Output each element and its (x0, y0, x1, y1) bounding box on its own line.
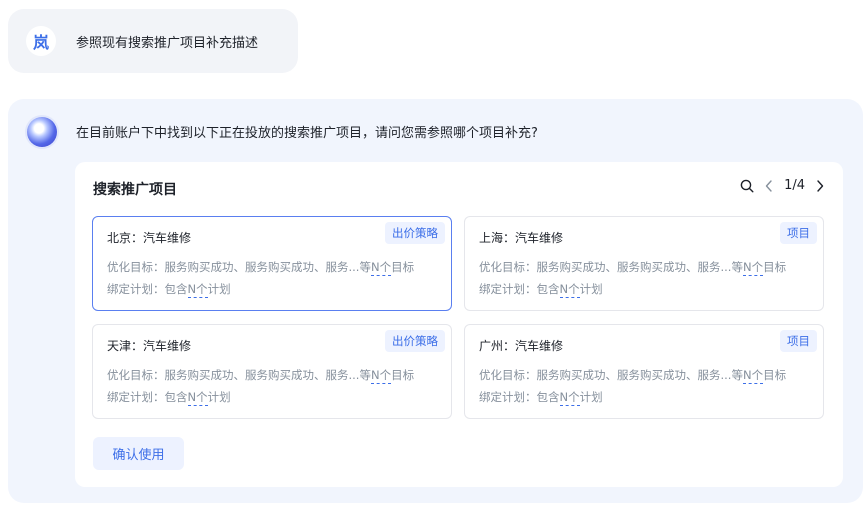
project-card-shanghai[interactable]: 上海：汽车维修 项目 优化目标：服务购买成功、服务购买成功、服务...等N个目标… (464, 216, 824, 311)
card-title: 搜索推广项目 (93, 182, 177, 198)
user-message-bubble: 岚 参照现有搜索推广项目补充描述 (8, 9, 298, 73)
project-plan: 绑定计划：包含N个计划 (107, 282, 231, 298)
project-card-beijing[interactable]: 北京：汽车维修 出价策略 优化目标：服务购买成功、服务购买成功、服务...等N个… (92, 216, 452, 311)
user-message-text: 参照现有搜索推广项目补充描述 (76, 35, 259, 51)
project-tag: 项目 (780, 330, 817, 352)
assistant-avatar-icon (27, 117, 57, 147)
project-tag: 出价策略 (385, 330, 445, 352)
project-name: 上海：汽车维修 (479, 231, 564, 245)
project-name: 北京：汽车维修 (107, 231, 192, 245)
chevron-right-icon[interactable] (815, 179, 825, 193)
goal-count-link[interactable]: N个 (370, 368, 392, 384)
project-goal: 优化目标：服务购买成功、服务购买成功、服务...等N个目标 (479, 260, 787, 276)
project-goal: 优化目标：服务购买成功、服务购买成功、服务...等N个目标 (107, 260, 415, 276)
project-plan: 绑定计划：包含N个计划 (107, 390, 231, 406)
project-card-guangzhou[interactable]: 广州：汽车维修 项目 优化目标：服务购买成功、服务购买成功、服务...等N个目标… (464, 324, 824, 419)
goal-count-link[interactable]: N个 (742, 368, 764, 384)
project-tag: 出价策略 (385, 222, 445, 244)
project-plan: 绑定计划：包含N个计划 (479, 282, 603, 298)
project-goal: 优化目标：服务购买成功、服务购买成功、服务...等N个目标 (479, 368, 787, 384)
confirm-use-button[interactable]: 确认使用 (93, 437, 184, 470)
pagination-indicator: 1/4 (784, 178, 805, 193)
project-selection-card: 搜索推广项目 1/4 北京：汽车维修 出价策略 优化目标：服务购买成功、服务购买… (75, 162, 843, 487)
plan-count-link[interactable]: N个 (559, 282, 580, 298)
goal-count-link[interactable]: N个 (370, 260, 392, 276)
chevron-left-icon[interactable] (764, 179, 774, 193)
user-avatar: 岚 (26, 26, 56, 56)
project-card-tianjin[interactable]: 天津：汽车维修 出价策略 优化目标：服务购买成功、服务购买成功、服务...等N个… (92, 324, 452, 419)
project-name: 天津：汽车维修 (107, 339, 192, 353)
goal-count-link[interactable]: N个 (742, 260, 764, 276)
project-tag: 项目 (780, 222, 817, 244)
assistant-message-panel: 在目前账户下中找到以下正在投放的搜索推广项目，请问您需参照哪个项目补充? 搜索推… (8, 99, 863, 503)
card-toolbar: 1/4 (740, 178, 825, 193)
project-plan: 绑定计划：包含N个计划 (479, 390, 603, 406)
project-name: 广州：汽车维修 (479, 339, 564, 353)
assistant-message-text: 在目前账户下中找到以下正在投放的搜索推广项目，请问您需参照哪个项目补充? (76, 126, 538, 141)
project-goal: 优化目标：服务购买成功、服务购买成功、服务...等N个目标 (107, 368, 415, 384)
plan-count-link[interactable]: N个 (559, 390, 580, 406)
plan-count-link[interactable]: N个 (187, 282, 208, 298)
search-icon[interactable] (740, 179, 754, 193)
plan-count-link[interactable]: N个 (187, 390, 208, 406)
